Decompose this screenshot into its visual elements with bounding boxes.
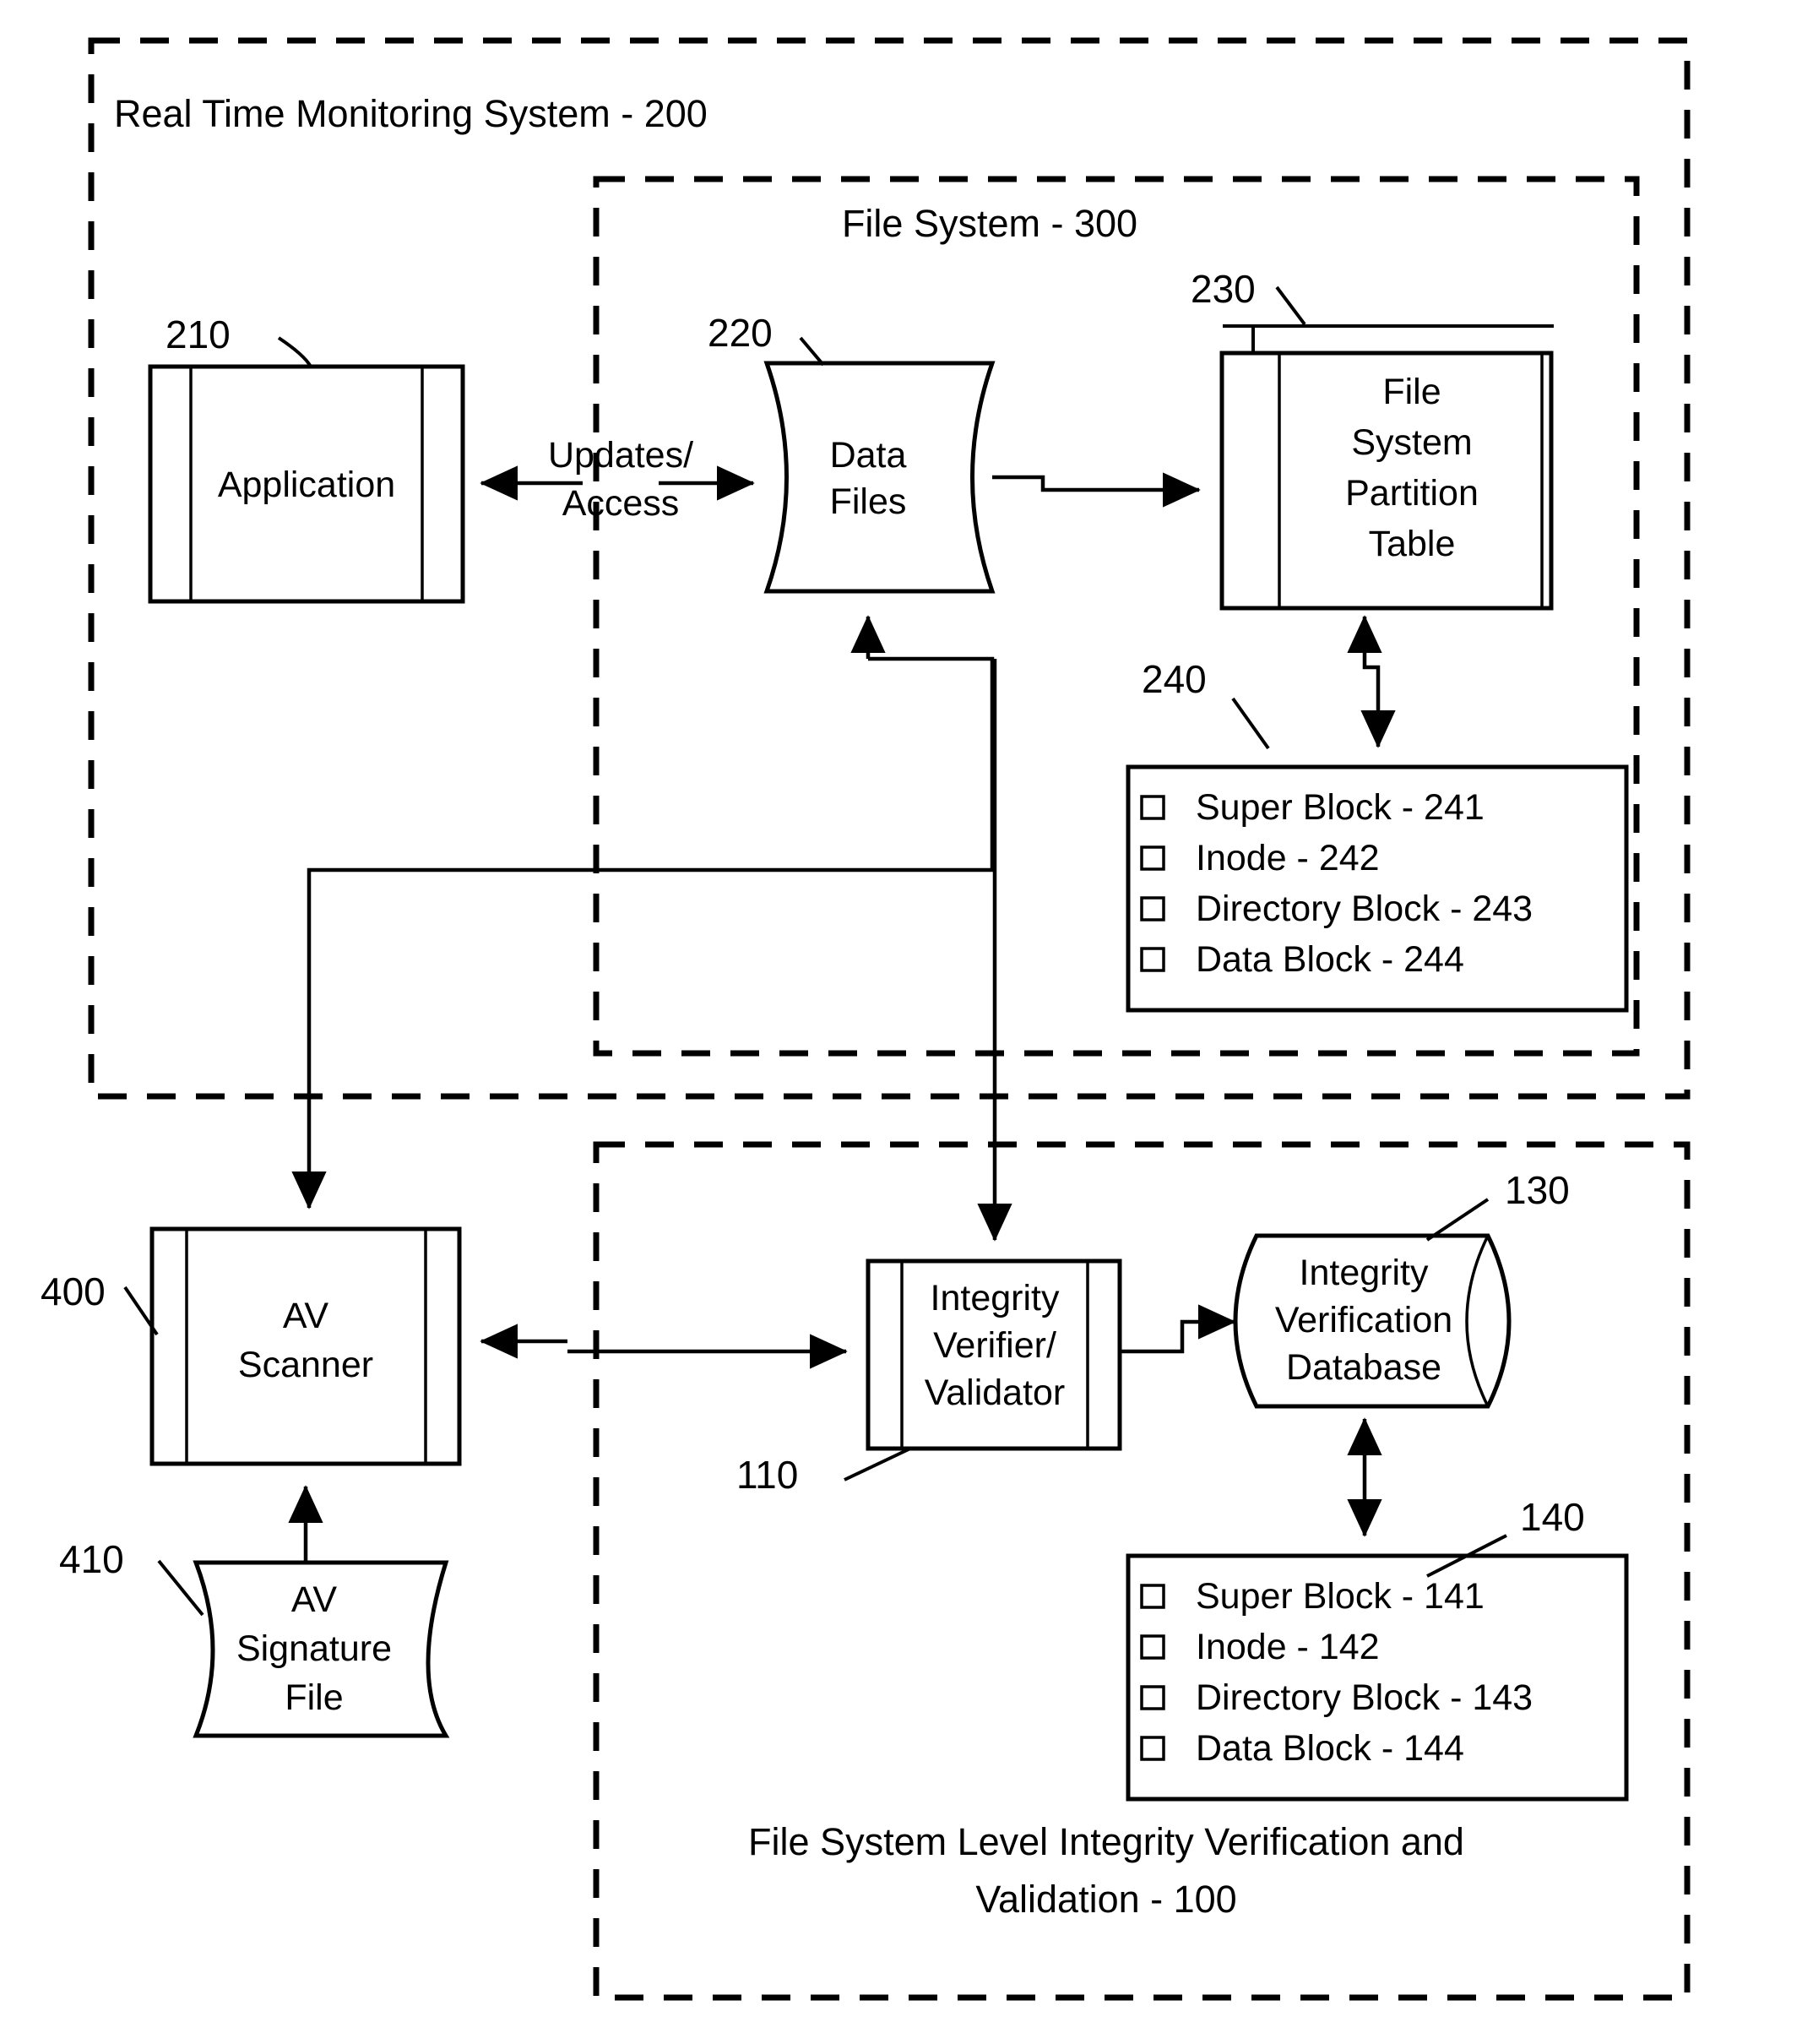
av-scanner-label-line2: Scanner (238, 1345, 373, 1385)
ref-410-number: 410 (59, 1537, 124, 1581)
list-item: Directory Block - 243 (1140, 889, 1533, 929)
integrity-verifier-label-line3: Validator (925, 1373, 1066, 1413)
application-label: Application (218, 465, 395, 505)
block-list-140: Super Block - 141 Inode - 142 Directory … (1126, 1553, 1629, 1802)
block-list-140-item-1: Inode - 142 (1196, 1627, 1380, 1667)
block-list-140-item-0: Super Block - 141 (1196, 1576, 1485, 1617)
ref-400-number: 400 (41, 1269, 106, 1313)
integrity-db-label-line3: Database (1286, 1347, 1441, 1388)
node-integrity-verification-database[interactable]: Integrity Verification Database (1233, 1233, 1512, 1409)
node-application[interactable]: Application (148, 364, 465, 604)
updates-access-label-line2: Access (562, 483, 680, 524)
block-list-240-item-2: Directory Block - 243 (1196, 889, 1533, 929)
node-data-files[interactable]: Data Files (763, 361, 996, 594)
list-item: Directory Block - 143 (1140, 1677, 1533, 1718)
region-300-label: File System - 300 (842, 202, 1137, 245)
integrity-verifier-label-line1: Integrity (931, 1278, 1060, 1318)
block-list-240-item-3: Data Block - 244 (1196, 939, 1464, 980)
node-integrity-verifier[interactable]: Integrity Verifier/ Validator (866, 1258, 1122, 1451)
av-signature-file-label-line3: File (285, 1677, 343, 1718)
block-list-240-item-1: Inode - 242 (1196, 838, 1380, 878)
ref-130-number: 130 (1505, 1168, 1570, 1212)
ref-110-number: 110 (736, 1453, 798, 1497)
partition-table-label-line1: File (1382, 372, 1441, 412)
block-list-140-item-2: Directory Block - 143 (1196, 1677, 1533, 1718)
integrity-db-label-line2: Verification (1275, 1300, 1452, 1340)
partition-table-label-line2: System (1351, 422, 1472, 463)
ref-240-number: 240 (1142, 657, 1207, 701)
av-scanner-label-line1: AV (283, 1296, 328, 1336)
region-100-label-line1: File System Level Integrity Verification… (748, 1820, 1464, 1863)
block-list-240-item-0: Super Block - 241 (1196, 787, 1485, 828)
region-100-label-line2: Validation - 100 (975, 1878, 1236, 1921)
partition-table-label-line3: Partition (1345, 473, 1479, 514)
region-200-label: Real Time Monitoring System - 200 (114, 92, 708, 135)
node-av-signature-file[interactable]: AV Signature File (193, 1560, 450, 1738)
ref-220-number: 220 (708, 311, 773, 355)
block-list-240: Super Block - 241 Inode - 242 Directory … (1126, 764, 1629, 1013)
av-signature-file-label-line1: AV (291, 1579, 337, 1620)
node-file-system-partition-table[interactable]: File System Partition Table (1219, 324, 1554, 611)
ref-140-number: 140 (1520, 1495, 1585, 1539)
patent-figure: Real Time Monitoring System - 200 File S… (0, 0, 1813, 2044)
ref-210-number: 210 (166, 313, 231, 356)
block-list-140-item-3: Data Block - 144 (1196, 1728, 1464, 1769)
node-av-scanner[interactable]: AV Scanner (149, 1226, 462, 1466)
figure-canvas: Real Time Monitoring System - 200 File S… (0, 0, 1813, 2044)
ref-230-number: 230 (1191, 267, 1256, 311)
data-files-label-line2: Files (830, 481, 907, 522)
updates-access-label-line1: Updates/ (548, 435, 693, 476)
data-files-label-line1: Data (830, 435, 907, 476)
integrity-db-label-line1: Integrity (1300, 1253, 1429, 1293)
integrity-verifier-label-line2: Verifier/ (933, 1325, 1056, 1366)
av-signature-file-label-line2: Signature (236, 1628, 392, 1669)
partition-table-label-line4: Table (1369, 524, 1456, 564)
